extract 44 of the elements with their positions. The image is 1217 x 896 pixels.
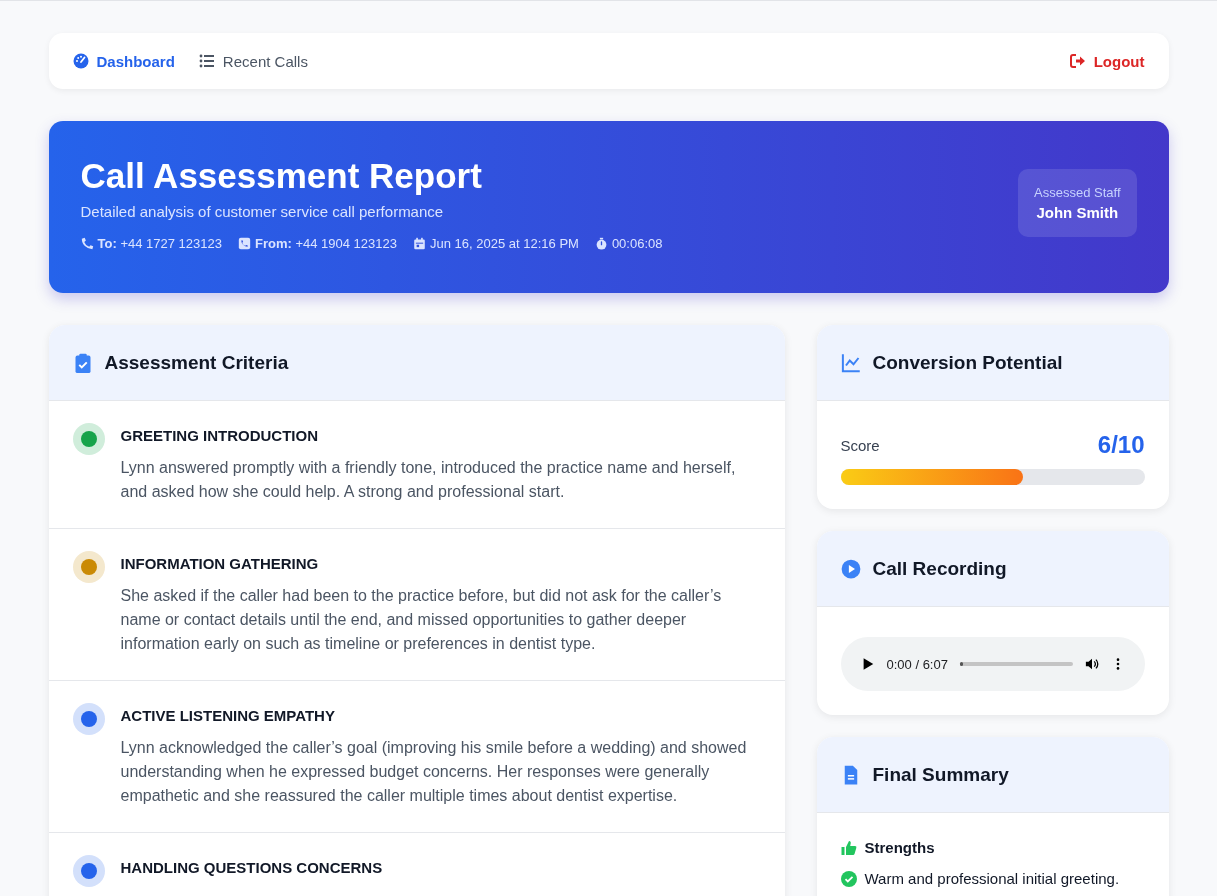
criterion-name: INFORMATION GATHERING — [120, 555, 320, 572]
report-title: Call Assessment Report — [80, 155, 483, 197]
volume-icon[interactable] — [1084, 657, 1099, 671]
strength-item: Warm and professional initial greeting. — [864, 870, 1120, 887]
check-circle-icon — [840, 870, 857, 887]
phone-icon — [80, 237, 94, 250]
logout-icon — [1069, 53, 1086, 69]
thumbs-up-icon — [840, 839, 857, 856]
gauge-icon — [72, 53, 89, 69]
list-icon — [198, 53, 215, 69]
report-subtitle: Detailed analysis of customer service call performance — [80, 203, 445, 220]
score-value: 6/10 — [1097, 431, 1145, 459]
calendar-icon — [413, 237, 426, 250]
staff-name: John Smith — [1036, 204, 1119, 221]
card-title: Assessment Criteria — [104, 351, 289, 374]
call-detail: To: +44 1727 123123 — [97, 236, 222, 251]
criterion-comment: Lynn acknowledged the caller’s goal (improving his smile before a wedding) and showed understanding when he expressed budget concerns. Her responses were generally empathetic and she reassured the caller multiple times about dentist expertise. — [120, 738, 748, 806]
playback-time: 0:00 / 6:07 — [886, 656, 948, 672]
criterion-comment: She asked if the caller had been to the practice before, but did not ask for the caller’s name or contact details until the end, and missed opportunities to gather deeper information early on such as timeline or preferences in dentist type. — [120, 586, 723, 654]
criterion-name: HANDLING QUESTIONS CONCERNS — [120, 859, 383, 876]
status-indicator — [72, 423, 105, 455]
section-heading: Strengths — [864, 839, 935, 856]
criterion-name: ACTIVE LISTENING EMPATHY — [120, 707, 336, 724]
status-indicator — [72, 855, 105, 887]
criterion-comment: Lynn answered promptly with a friendly tone, introduced the practice name and herself, and asked how she could help. A strong and professional start. — [120, 458, 737, 502]
staff-label: Assessed Staff — [1034, 185, 1121, 200]
call-detail: 00:06:08 — [611, 236, 663, 251]
stopwatch-icon — [594, 237, 608, 250]
logout-link[interactable]: Logout — [1069, 52, 1145, 70]
criterion-name: GREETING INTRODUCTION — [120, 427, 319, 444]
card-title: Final Summary — [872, 763, 1009, 786]
nav-link[interactable]: Recent Calls — [198, 52, 308, 70]
status-indicator — [72, 551, 105, 583]
score-label: Score — [840, 436, 880, 454]
nav-link[interactable]: Dashboard — [72, 52, 175, 70]
phone-square-icon — [237, 237, 251, 250]
audio-player[interactable]: 0:00 / 6:07 — [840, 637, 1145, 691]
call-detail: Jun 16, 2025 at 12:16 PM — [430, 236, 579, 251]
call-detail: From: +44 1904 123123 — [254, 236, 397, 251]
line-chart-icon — [840, 352, 861, 373]
card-title: Conversion Potential — [872, 351, 1063, 374]
card-title: Call Recording — [872, 557, 1007, 580]
play-icon — [840, 558, 861, 579]
status-indicator — [72, 703, 105, 735]
